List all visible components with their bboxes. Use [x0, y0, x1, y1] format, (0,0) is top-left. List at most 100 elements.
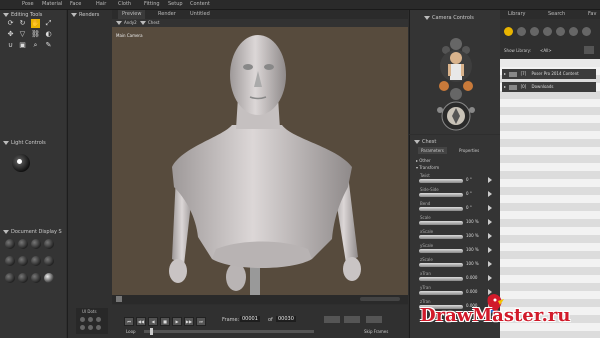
- props-category-icon[interactable]: [569, 27, 578, 36]
- param-dial[interactable]: [419, 235, 463, 239]
- scale-tool-icon[interactable]: ⤢: [44, 19, 53, 28]
- tab-search[interactable]: Search: [544, 10, 569, 19]
- display-style-ball[interactable]: [5, 239, 15, 249]
- tab-preview[interactable]: Preview: [118, 10, 146, 19]
- tab-render[interactable]: Render: [154, 10, 180, 19]
- param-scale[interactable]: Scale 100 %: [410, 215, 498, 229]
- display-style-ball[interactable]: [18, 256, 28, 266]
- hands-category-icon[interactable]: [556, 27, 565, 36]
- total-frames-field[interactable]: 00030: [276, 316, 296, 322]
- poses-category-icon[interactable]: [517, 27, 526, 36]
- tab-parameters[interactable]: Parameters: [418, 147, 447, 154]
- param-dial[interactable]: [419, 179, 463, 183]
- param-xscale[interactable]: xScale 100 %: [410, 229, 498, 243]
- param-dial[interactable]: [419, 193, 463, 197]
- param-bend[interactable]: Bend 0 °: [410, 201, 498, 215]
- param-dial[interactable]: [419, 207, 463, 211]
- collapse-icon[interactable]: [71, 12, 77, 17]
- taper-tool-icon[interactable]: ▽: [18, 30, 27, 39]
- param-value[interactable]: 100 %: [466, 261, 479, 266]
- display-style-ball[interactable]: [44, 256, 54, 266]
- expand-icon[interactable]: ▸: [504, 84, 506, 89]
- step-forward-button[interactable]: ▶▶: [184, 317, 194, 326]
- param-dial[interactable]: [419, 263, 463, 267]
- param-value[interactable]: 0 °: [466, 205, 472, 210]
- figure-mannequin[interactable]: [112, 27, 408, 295]
- param-menu-icon[interactable]: [488, 261, 492, 267]
- timeline-thumb[interactable]: [150, 328, 153, 335]
- library-item[interactable]: ▸ [7] Poser Pro 2014 Content: [502, 69, 596, 79]
- menu-material[interactable]: Material: [38, 0, 66, 9]
- part-select[interactable]: Chest: [140, 20, 159, 25]
- param-dial[interactable]: [419, 249, 463, 253]
- menu-face[interactable]: Face: [66, 0, 85, 9]
- param-xtran[interactable]: xTran 0.000: [410, 271, 498, 285]
- scroll-handle[interactable]: [360, 297, 400, 301]
- group-transform[interactable]: ▾ Transform: [416, 165, 439, 170]
- magnet-tool-icon[interactable]: ∪: [6, 41, 15, 50]
- ui-dot[interactable]: [80, 317, 85, 322]
- param-value[interactable]: 0 °: [466, 177, 472, 182]
- show-library-select[interactable]: <All>: [540, 48, 552, 53]
- param-menu-icon[interactable]: [488, 205, 492, 211]
- display-style-ball[interactable]: [5, 273, 15, 283]
- param-value[interactable]: 0.000: [466, 275, 477, 280]
- display-style-ball[interactable]: [31, 256, 41, 266]
- group-other[interactable]: ▸ Other: [416, 158, 431, 163]
- collapse-icon[interactable]: [3, 229, 9, 234]
- brush-tool-icon[interactable]: ✎: [44, 41, 53, 50]
- tab-untitled[interactable]: Untitled: [186, 10, 214, 19]
- display-style-ball[interactable]: [31, 273, 41, 283]
- menu-content[interactable]: Content: [186, 0, 214, 9]
- ui-dot[interactable]: [88, 317, 93, 322]
- tab-properties[interactable]: Properties: [456, 147, 482, 154]
- collapse-icon[interactable]: [414, 139, 420, 144]
- key-button[interactable]: [366, 316, 382, 323]
- figure-select[interactable]: Andy2: [116, 20, 137, 25]
- play-button[interactable]: ▶: [172, 317, 182, 326]
- param-twist[interactable]: Twist 0 °: [410, 173, 498, 187]
- display-style-ball[interactable]: [44, 239, 54, 249]
- timeline-slider[interactable]: [144, 330, 314, 333]
- param-menu-icon[interactable]: [488, 219, 492, 225]
- menu-setup[interactable]: Setup: [164, 0, 187, 9]
- key-button[interactable]: [344, 316, 360, 323]
- morph-tool-icon[interactable]: ✥: [6, 30, 15, 39]
- frame-field[interactable]: 00001: [240, 316, 260, 322]
- collapse-icon[interactable]: [424, 15, 430, 20]
- end-button[interactable]: ⏭: [196, 317, 206, 326]
- param-zscale[interactable]: zScale 100 %: [410, 257, 498, 271]
- display-style-ball[interactable]: [44, 273, 54, 283]
- param-menu-icon[interactable]: [488, 275, 492, 281]
- selected-tool-icon[interactable]: ✋: [31, 19, 40, 28]
- key-button[interactable]: [324, 316, 340, 323]
- lock-icon[interactable]: [116, 296, 122, 302]
- param-dial[interactable]: [419, 277, 463, 281]
- display-style-ball[interactable]: [18, 239, 28, 249]
- ui-dot[interactable]: [80, 325, 85, 330]
- step-back-button[interactable]: ◀: [148, 317, 158, 326]
- library-item[interactable]: ▸ [0] Downloads: [502, 82, 596, 92]
- ui-dot[interactable]: [88, 325, 93, 330]
- menu-fitting[interactable]: Fitting: [140, 0, 164, 9]
- param-menu-icon[interactable]: [488, 233, 492, 239]
- menu-hair[interactable]: Hair: [92, 0, 110, 9]
- param-value[interactable]: 100 %: [466, 247, 479, 252]
- param-side-side[interactable]: Side-Side 0 °: [410, 187, 498, 201]
- param-dial[interactable]: [419, 221, 463, 225]
- stop-button[interactable]: ■: [160, 317, 170, 326]
- param-menu-icon[interactable]: [488, 191, 492, 197]
- hair-category-icon[interactable]: [543, 27, 552, 36]
- param-value[interactable]: 100 %: [466, 219, 479, 224]
- display-style-ball[interactable]: [18, 273, 28, 283]
- ui-dot[interactable]: [96, 325, 101, 330]
- chain-tool-icon[interactable]: ⛓: [31, 30, 40, 39]
- light-dot-icon[interactable]: [17, 159, 22, 164]
- param-value[interactable]: 100 %: [466, 233, 479, 238]
- param-value[interactable]: 0 °: [466, 191, 472, 196]
- collapse-icon[interactable]: [3, 12, 9, 17]
- color-tool-icon[interactable]: ◐: [44, 30, 53, 39]
- add-library-icon[interactable]: [584, 46, 594, 54]
- rewind-button[interactable]: ⏮: [124, 317, 134, 326]
- ui-dot[interactable]: [96, 317, 101, 322]
